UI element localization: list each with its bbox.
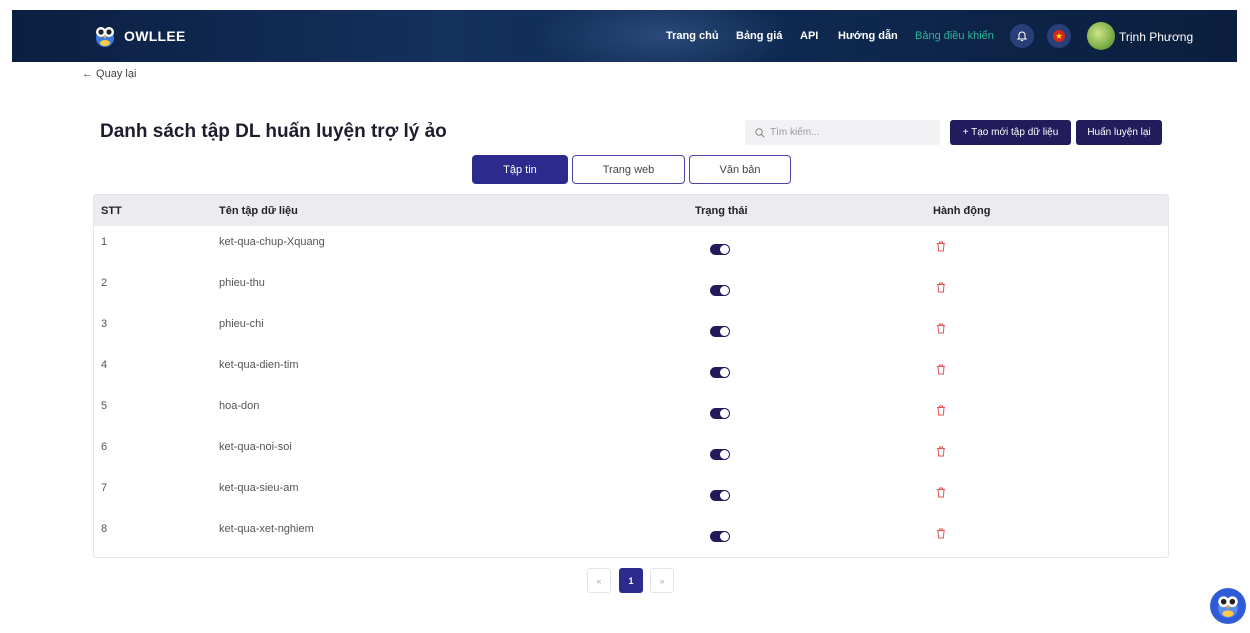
dataset-table: STT Tên tập dữ liệu Trạng thái Hành động…	[93, 194, 1169, 558]
status-toggle[interactable]	[710, 449, 730, 460]
search-icon	[755, 127, 765, 138]
table-row: 7 ket-qua-sieu-am	[94, 472, 1168, 513]
row-index: 8	[101, 523, 108, 535]
pagination-prev[interactable]: «	[587, 568, 611, 593]
language-button[interactable]	[1047, 24, 1071, 48]
status-toggle[interactable]	[710, 285, 730, 296]
table-row: 5 hoa-don	[94, 390, 1168, 431]
status-toggle[interactable]	[710, 367, 730, 378]
trash-icon[interactable]	[936, 241, 946, 252]
status-toggle[interactable]	[710, 326, 730, 337]
row-name: phieu-chi	[219, 318, 264, 330]
row-index: 2	[101, 277, 108, 289]
nav-pricing[interactable]: Bảng giá	[736, 30, 782, 42]
table-row: 2 phieu-thu	[94, 267, 1168, 308]
row-name: ket-qua-sieu-am	[219, 482, 299, 494]
pagination-page-1[interactable]: 1	[619, 568, 643, 593]
create-dataset-button[interactable]: + Tạo mới tập dữ liệu	[950, 120, 1071, 145]
avatar[interactable]	[1087, 22, 1115, 50]
row-name: ket-qua-chup-Xquang	[219, 236, 325, 248]
row-index: 4	[101, 359, 108, 371]
trash-icon[interactable]	[936, 282, 946, 293]
row-index: 7	[101, 482, 108, 494]
top-navbar: OWLLEE Trang chủ Bảng giá API Hướng dẫn …	[12, 10, 1237, 62]
table-row: 3 phieu-chi	[94, 308, 1168, 349]
search-box[interactable]	[745, 120, 940, 145]
nav-dashboard[interactable]: Bảng điều khiển	[915, 30, 994, 42]
table-header: STT Tên tập dữ liệu Trạng thái Hành động	[94, 195, 1168, 226]
row-index: 1	[101, 236, 108, 248]
pagination-next[interactable]: »	[650, 568, 674, 593]
retrain-button[interactable]: Huấn luyện lại	[1076, 120, 1162, 145]
status-toggle[interactable]	[710, 531, 730, 542]
nav-api[interactable]: API	[800, 30, 818, 42]
trash-icon[interactable]	[936, 446, 946, 457]
header-index: STT	[101, 205, 122, 217]
trash-icon[interactable]	[936, 487, 946, 498]
vietnam-flag-icon	[1053, 30, 1065, 42]
table-row: 8 ket-qua-xet-nghiem	[94, 513, 1168, 554]
table-row: 4 ket-qua-dien-tim	[94, 349, 1168, 390]
tab-files[interactable]: Tập tin	[472, 155, 568, 184]
row-name: phieu-thu	[219, 277, 265, 289]
brand-name[interactable]: OWLLEE	[124, 28, 186, 44]
row-name: ket-qua-noi-soi	[219, 441, 292, 453]
username[interactable]: Trịnh Phương	[1119, 30, 1193, 44]
chat-launcher-button[interactable]	[1210, 588, 1246, 624]
row-index: 3	[101, 318, 108, 330]
trash-icon[interactable]	[936, 364, 946, 375]
header-status: Trạng thái	[695, 205, 748, 217]
row-index: 6	[101, 441, 108, 453]
search-input[interactable]	[770, 127, 920, 138]
trash-icon[interactable]	[936, 405, 946, 416]
nav-home[interactable]: Trang chủ	[666, 30, 719, 42]
status-toggle[interactable]	[710, 408, 730, 419]
header-actions: Hành động	[933, 205, 991, 217]
header-name: Tên tập dữ liệu	[219, 205, 298, 217]
tab-text[interactable]: Văn bản	[689, 155, 791, 184]
owl-chat-icon	[1218, 596, 1238, 618]
page-title: Danh sách tập DL huấn luyện trợ lý ảo	[100, 121, 447, 142]
tab-web[interactable]: Trang web	[572, 155, 685, 184]
trash-icon[interactable]	[936, 528, 946, 539]
notification-button[interactable]	[1010, 24, 1034, 48]
status-toggle[interactable]	[710, 244, 730, 255]
owl-logo-icon[interactable]	[94, 24, 116, 48]
nav-guide[interactable]: Hướng dẫn	[838, 30, 898, 42]
bell-icon	[1017, 30, 1027, 41]
table-row: 1 ket-qua-chup-Xquang	[94, 226, 1168, 267]
row-name: ket-qua-dien-tim	[219, 359, 299, 371]
row-index: 5	[101, 400, 108, 412]
table-row: 6 ket-qua-noi-soi	[94, 431, 1168, 472]
row-name: hoa-don	[219, 400, 260, 412]
back-link[interactable]: ← Quay lại	[82, 68, 136, 80]
row-name: ket-qua-xet-nghiem	[219, 523, 314, 535]
status-toggle[interactable]	[710, 490, 730, 501]
trash-icon[interactable]	[936, 323, 946, 334]
